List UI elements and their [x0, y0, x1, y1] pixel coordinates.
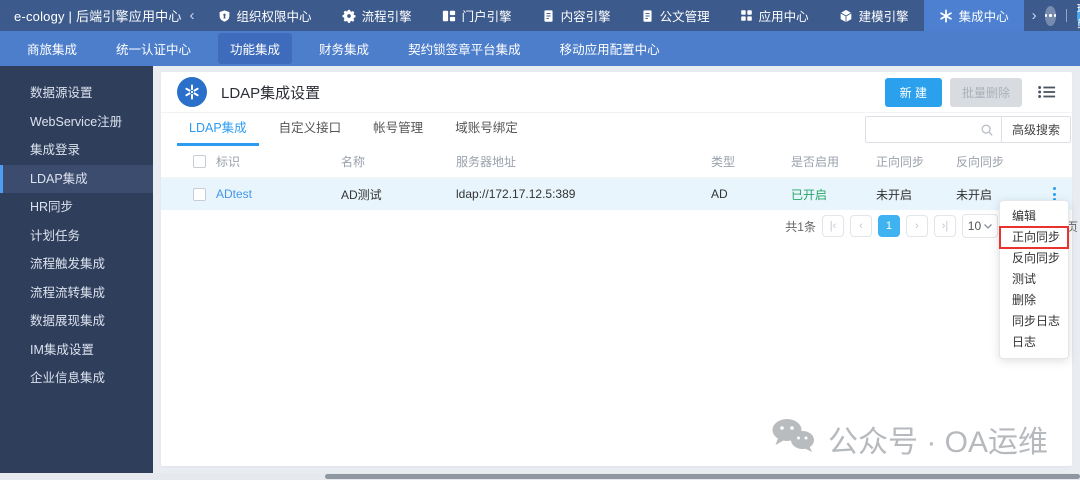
search-area: 高级搜索 [864, 116, 1071, 143]
menu-item-forward-sync[interactable]: 正向同步 [999, 226, 1069, 249]
column-header-enabled: 是否启用 [791, 155, 840, 169]
cube-icon [839, 9, 853, 23]
sidebar-item-im-settings[interactable]: IM集成设置 [0, 336, 153, 365]
table-row[interactable]: ADtest AD测试 ldap://172.17.12.5:389 AD 已开… [161, 178, 1072, 210]
pagination-prev-button[interactable]: ‹ [849, 215, 872, 237]
subnav-item-finance[interactable]: 财务集成 [307, 33, 381, 64]
new-button[interactable]: 新 建 [884, 77, 942, 107]
nav-forward-chevron-icon[interactable]: › [1024, 7, 1045, 24]
top-nav-item-app-center[interactable]: 应用中心 [725, 0, 824, 31]
app-logo: e-cology | 后端引擎应用中心 [14, 9, 182, 24]
column-header-reverse-sync: 反向同步 [956, 155, 1005, 169]
column-header-id: 标识 [216, 155, 241, 169]
top-nav-item-official-doc[interactable]: 公文管理 [626, 0, 725, 31]
subnav-item-travel[interactable]: 商旅集成 [15, 33, 89, 64]
tab-domain-account-binding[interactable]: 域账号绑定 [443, 113, 530, 146]
row-enabled-status: 已开启 [791, 187, 828, 202]
sidebar-item-webservice[interactable]: WebService注册 [0, 108, 153, 137]
sidebar-item-datasource[interactable]: 数据源设置 [0, 79, 153, 108]
subnav-item-contract-lock[interactable]: 契约锁签章平台集成 [396, 33, 533, 64]
menu-item-edit[interactable]: 编辑 [1000, 206, 1068, 227]
nav-back-chevron-icon[interactable]: ‹ [182, 7, 203, 24]
subnav-item-mobile-config[interactable]: 移动应用配置中心 [548, 33, 672, 64]
page-title: LDAP集成设置 [221, 84, 321, 102]
pagination-first-button[interactable]: |‹ [821, 215, 844, 237]
chevron-down-icon [984, 223, 993, 229]
sidebar-item-workflow-flow[interactable]: 流程流转集成 [0, 279, 153, 308]
row-context-menu: 编辑 正向同步 反向同步 测试 删除 同步日志 日志 [999, 200, 1069, 359]
column-header-server: 服务器地址 [456, 155, 517, 169]
subnav-item-function-integration[interactable]: 功能集成 [218, 33, 293, 64]
sidebar-item-sso-login[interactable]: 集成登录 [0, 136, 153, 165]
integration-icon [939, 8, 953, 23]
menu-item-delete[interactable]: 删除 [1000, 290, 1068, 311]
search-icon [981, 124, 993, 136]
sidebar-item-enterprise-info[interactable]: 企业信息集成 [0, 364, 153, 393]
row-id-link[interactable]: ADtest [216, 187, 252, 201]
column-header-forward-sync: 正向同步 [876, 155, 925, 169]
top-nav-bar: e-cology | 后端引擎应用中心 ‹ 组织权限中心 流程引擎 门户引擎 内… [0, 0, 1080, 31]
tab-ldap-integration[interactable]: LDAP集成 [177, 113, 259, 146]
row-server: ldap://172.17.12.5:389 [456, 187, 576, 201]
sidebar: 数据源设置 WebService注册 集成登录 LDAP集成 HR同步 计划任务… [0, 66, 153, 473]
top-nav-item-integration-center[interactable]: 集成中心 [923, 0, 1024, 31]
watermark: 公众号 · OA运维 [770, 417, 1048, 461]
more-icon[interactable] [1044, 5, 1057, 26]
sidebar-item-scheduled-tasks[interactable]: 计划任务 [0, 222, 153, 251]
pagination: 共1条 |‹ ‹ 1 › ›| 10 页 [161, 210, 1078, 242]
secondary-nav-bar: 商旅集成 统一认证中心 功能集成 财务集成 契约锁签章平台集成 移动应用配置中心 [0, 31, 1080, 66]
list-settings-icon[interactable] [1038, 85, 1056, 99]
pagination-next-button[interactable]: › [905, 215, 928, 237]
row-checkbox[interactable] [193, 187, 206, 201]
sidebar-item-workflow-trigger[interactable]: 流程触发集成 [0, 250, 153, 279]
top-nav-item-portal-engine[interactable]: 门户引擎 [427, 0, 527, 31]
document-icon [542, 9, 555, 23]
header-actions: 新 建 批量删除 [884, 77, 1056, 107]
sidebar-item-data-display[interactable]: 数据展现集成 [0, 307, 153, 336]
portal-icon [442, 9, 456, 23]
row-name: AD测试 [341, 187, 382, 202]
table-header-row: 标识 名称 服务器地址 类型 是否启用 正向同步 反向同步 [161, 146, 1072, 178]
pagination-page-1-button[interactable]: 1 [877, 215, 900, 237]
tab-account-management[interactable]: 帐号管理 [361, 113, 435, 146]
sidebar-item-ldap[interactable]: LDAP集成 [0, 164, 153, 193]
pagination-last-button[interactable]: ›| [933, 215, 956, 237]
card-header: LDAP集成设置 新 建 批量删除 [161, 72, 1072, 113]
shield-icon [218, 9, 231, 23]
apps-icon [740, 9, 753, 22]
divider [1066, 9, 1067, 22]
horizontal-scrollbar [0, 473, 1080, 480]
page-size-select[interactable]: 10 [961, 214, 998, 238]
gear-icon [342, 9, 356, 23]
document-icon [641, 9, 654, 23]
subnav-item-unified-auth[interactable]: 统一认证中心 [104, 33, 203, 64]
menu-item-reverse-sync[interactable]: 反向同步 [1000, 248, 1068, 269]
pagination-total: 共1条 [785, 219, 816, 234]
top-nav-item-modeling-engine[interactable]: 建模引擎 [824, 0, 924, 31]
top-nav-item-workflow-engine[interactable]: 流程引擎 [327, 0, 427, 31]
app-window: e-cology | 后端引擎应用中心 ‹ 组织权限中心 流程引擎 门户引擎 内… [0, 0, 1080, 480]
advanced-search-button[interactable]: 高级搜索 [1000, 116, 1071, 143]
column-header-name: 名称 [341, 155, 366, 169]
menu-item-test[interactable]: 测试 [1000, 269, 1068, 290]
horizontal-scrollbar-thumb[interactable] [325, 474, 1080, 479]
wechat-icon [770, 417, 816, 461]
top-nav-item-org-permission[interactable]: 组织权限中心 [203, 0, 327, 31]
sidebar-item-hr-sync[interactable]: HR同步 [0, 193, 153, 222]
ldap-integration-icon [177, 77, 207, 107]
select-all-checkbox[interactable] [193, 155, 206, 168]
top-nav-items: 组织权限中心 流程引擎 门户引擎 内容引擎 公文管理 应用中心 建模引擎 集成中… [203, 0, 1024, 31]
watermark-text: 公众号 · OA运维 [828, 426, 1049, 459]
menu-item-sync-log[interactable]: 同步日志 [1000, 311, 1068, 332]
content-card: LDAP集成设置 新 建 批量删除 LDAP集成 自定义接口 帐号管理 域账号绑… [161, 72, 1078, 466]
batch-delete-button[interactable]: 批量删除 [949, 77, 1022, 107]
top-nav-item-content-engine[interactable]: 内容引擎 [527, 0, 626, 31]
menu-item-log[interactable]: 日志 [1000, 332, 1068, 353]
row-type: AD [711, 187, 728, 201]
row-forward-sync-status: 未开启 [876, 187, 913, 202]
tabs-row: LDAP集成 自定义接口 帐号管理 域账号绑定 高级搜索 [161, 113, 1072, 146]
tab-custom-interface[interactable]: 自定义接口 [267, 113, 354, 146]
column-header-type: 类型 [711, 155, 736, 169]
